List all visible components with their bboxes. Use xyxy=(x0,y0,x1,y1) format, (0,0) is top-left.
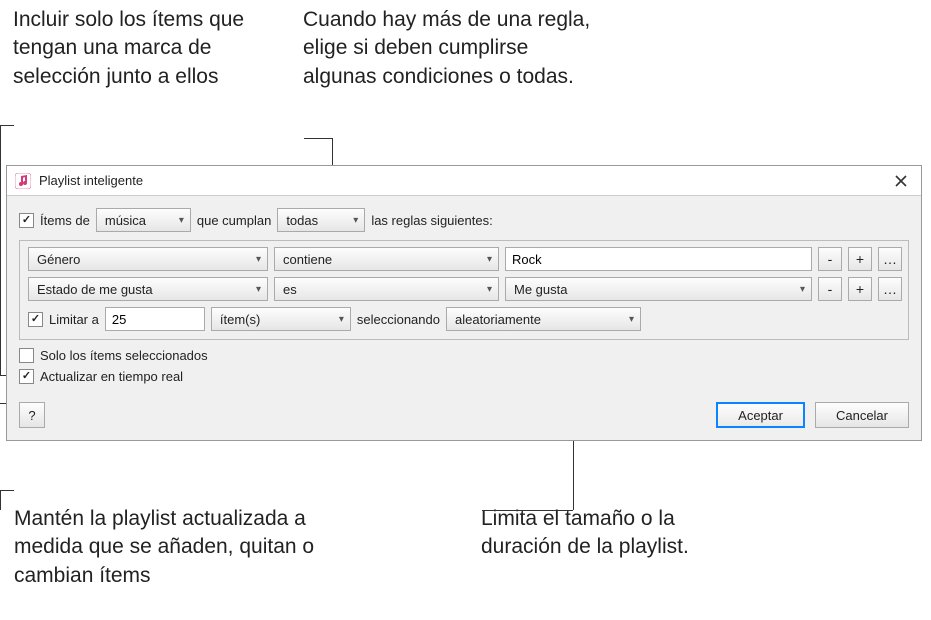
dialog-footer: ? Aceptar Cancelar xyxy=(19,402,909,428)
live-update-label: Actualizar en tiempo real xyxy=(40,369,183,384)
rule-operator-select[interactable]: es ▾ xyxy=(274,277,499,301)
rule-row: Género ▾ contiene ▾ - + … xyxy=(28,247,902,271)
only-checked-label: Solo los ítems seleccionados xyxy=(40,348,208,363)
callout-live-update: Mantén la playlist actualizada a medida … xyxy=(14,505,344,590)
items-de-label: Ítems de xyxy=(40,213,90,228)
chevron-down-icon: ▾ xyxy=(487,284,492,295)
limit-row: Limitar a ítem(s) ▾ seleccionando aleato… xyxy=(28,307,902,331)
limit-checkbox[interactable] xyxy=(28,312,43,327)
match-mode-select[interactable]: todas ▾ xyxy=(277,208,365,232)
rule-more-button[interactable]: … xyxy=(878,277,902,301)
only-checked-checkbox[interactable] xyxy=(19,348,34,363)
limit-mode-select[interactable]: aleatoriamente ▾ xyxy=(446,307,641,331)
chevron-down-icon: ▾ xyxy=(339,314,344,325)
help-button[interactable]: ? xyxy=(19,402,45,428)
items-de-checkbox[interactable] xyxy=(19,213,34,228)
callout-line xyxy=(0,490,14,491)
match-mode-value: todas xyxy=(286,213,318,228)
las-reglas-label: las reglas siguientes: xyxy=(371,213,492,228)
match-header-row: Ítems de música ▾ que cumplan todas ▾ la… xyxy=(19,208,909,232)
chevron-down-icon: ▾ xyxy=(256,254,261,265)
callout-line xyxy=(482,510,573,511)
cancel-button[interactable]: Cancelar xyxy=(815,402,909,428)
live-update-checkbox[interactable] xyxy=(19,369,34,384)
rule-value-select[interactable]: Me gusta ▾ xyxy=(505,277,812,301)
limit-unit-value: ítem(s) xyxy=(220,312,260,327)
chevron-down-icon: ▾ xyxy=(353,215,358,226)
callout-line xyxy=(304,138,332,139)
titlebar: Playlist inteligente xyxy=(7,166,921,196)
remove-rule-button[interactable]: - xyxy=(818,247,842,271)
music-app-icon xyxy=(15,173,31,189)
callout-items-check: Incluir solo los ítems que tengan una ma… xyxy=(13,6,268,91)
rules-container: Género ▾ contiene ▾ - + … Estado de me g… xyxy=(19,240,909,340)
add-rule-button[interactable]: + xyxy=(848,247,872,271)
callout-line xyxy=(0,125,1,375)
seleccionando-label: seleccionando xyxy=(357,312,440,327)
chevron-down-icon: ▾ xyxy=(179,215,184,226)
chevron-down-icon: ▾ xyxy=(800,284,805,295)
rule-more-button[interactable]: … xyxy=(878,247,902,271)
ok-button[interactable]: Aceptar xyxy=(716,402,805,428)
limit-unit-select[interactable]: ítem(s) ▾ xyxy=(211,307,351,331)
limit-count-input[interactable] xyxy=(105,307,205,331)
chevron-down-icon: ▾ xyxy=(629,314,634,325)
callout-match-mode: Cuando hay más de una regla, elige si de… xyxy=(303,6,603,91)
callout-line xyxy=(0,125,14,126)
callout-line xyxy=(0,490,1,510)
add-rule-button[interactable]: + xyxy=(848,277,872,301)
limit-mode-value: aleatoriamente xyxy=(455,312,541,327)
callout-limit: Limita el tamaño o la duración de la pla… xyxy=(481,505,731,562)
rule-operator-value: contiene xyxy=(283,252,332,267)
dialog-content: Ítems de música ▾ que cumplan todas ▾ la… xyxy=(7,196,921,440)
chevron-down-icon: ▾ xyxy=(487,254,492,265)
remove-rule-button[interactable]: - xyxy=(818,277,842,301)
limit-label: Limitar a xyxy=(49,312,99,327)
que-cumplan-label: que cumplan xyxy=(197,213,271,228)
media-type-select[interactable]: música ▾ xyxy=(96,208,191,232)
rule-field-value: Estado de me gusta xyxy=(37,282,153,297)
window-title: Playlist inteligente xyxy=(39,173,889,188)
rule-value-choice: Me gusta xyxy=(514,282,567,297)
rule-field-select[interactable]: Estado de me gusta ▾ xyxy=(28,277,268,301)
only-checked-row: Solo los ítems seleccionados xyxy=(19,348,909,363)
chevron-down-icon: ▾ xyxy=(256,284,261,295)
live-update-row: Actualizar en tiempo real xyxy=(19,369,909,384)
rule-value-input[interactable] xyxy=(505,247,812,271)
rule-row: Estado de me gusta ▾ es ▾ Me gusta ▾ - +… xyxy=(28,277,902,301)
rule-field-value: Género xyxy=(37,252,80,267)
rule-field-select[interactable]: Género ▾ xyxy=(28,247,268,271)
rule-operator-select[interactable]: contiene ▾ xyxy=(274,247,499,271)
rule-operator-value: es xyxy=(283,282,297,297)
media-type-value: música xyxy=(105,213,146,228)
close-button[interactable] xyxy=(889,169,913,193)
smart-playlist-dialog: Playlist inteligente Ítems de música ▾ q… xyxy=(6,165,922,441)
